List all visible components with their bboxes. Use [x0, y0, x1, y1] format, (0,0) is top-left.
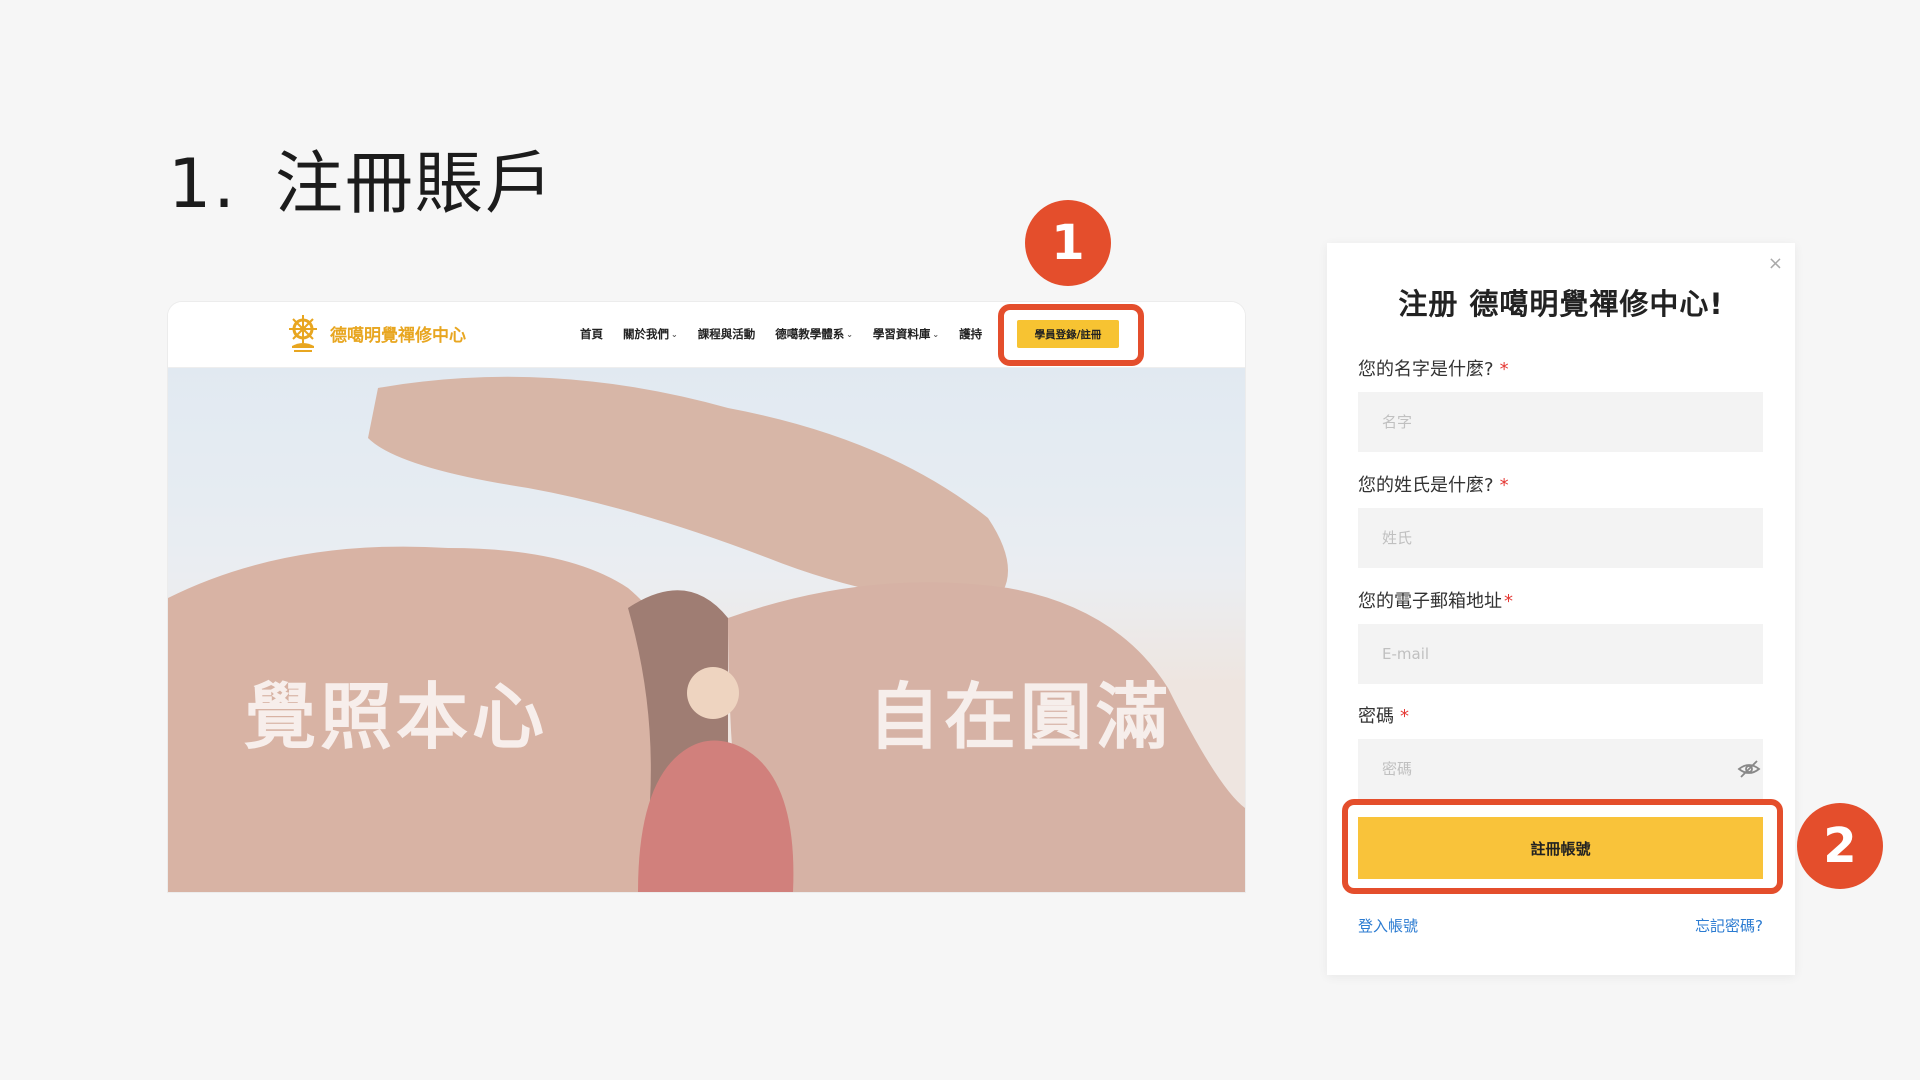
hero-image: 覺照本心 自在圓滿: [168, 368, 1245, 892]
login-link[interactable]: 登入帳號: [1358, 915, 1418, 936]
password-label: 密碼 *: [1358, 706, 1409, 727]
email-label: 您的電子郵箱地址 *: [1358, 591, 1513, 612]
website-screenshot: 德噶明覺禪修中心 首頁 關於我們 ⌄ 課程與活動 德噶教學體系 ⌄ 學習資料庫 ⌄ 護…: [168, 302, 1245, 892]
first-name-input[interactable]: [1358, 392, 1763, 452]
site-logo-text: 德噶明覺禪修中心: [330, 325, 466, 346]
password-input[interactable]: [1358, 739, 1763, 799]
email-input[interactable]: [1358, 624, 1763, 684]
nav-item-courses[interactable]: 課程與活動: [698, 326, 756, 342]
site-nav: 首頁 關於我們 ⌄ 課程與活動 德噶教學體系 ⌄ 學習資料庫 ⌄ 護持: [580, 326, 1002, 342]
nav-item-teachings[interactable]: 德噶教學體系 ⌄: [775, 326, 853, 342]
site-logo[interactable]: 德噶明覺禪修中心: [284, 312, 466, 354]
step-number: 1.: [168, 145, 237, 224]
callout-badge-1: 1: [1025, 200, 1111, 286]
first-name-label: 您的名字是什麼? *: [1358, 359, 1509, 380]
callout-box-1: [998, 304, 1144, 366]
last-name-label: 您的姓氏是什麼? *: [1358, 475, 1509, 496]
close-icon[interactable]: ×: [1768, 253, 1783, 274]
chevron-down-icon: ⌄: [671, 329, 678, 339]
step-title: 注冊賬戶: [274, 145, 555, 224]
chevron-down-icon: ⌄: [932, 329, 940, 339]
hero-text-left: 覺照本心: [244, 675, 549, 759]
password-field: [1327, 739, 1795, 799]
slide-title: 1. 注冊賬戶: [168, 128, 555, 227]
callout-box-2: [1342, 799, 1783, 894]
nav-item-about[interactable]: 關於我們 ⌄: [623, 326, 678, 342]
nav-item-support[interactable]: 護持: [959, 326, 982, 342]
chevron-down-icon: ⌄: [846, 329, 853, 339]
hero-text-right: 自在圓滿: [868, 675, 1173, 759]
eye-slash-icon[interactable]: [1737, 757, 1761, 785]
modal-title: 注册 德噶明覺禪修中心!: [1398, 287, 1724, 321]
nav-item-home[interactable]: 首頁: [580, 326, 603, 342]
nav-item-library[interactable]: 學習資料庫 ⌄: [873, 326, 939, 342]
last-name-input[interactable]: [1358, 508, 1763, 568]
callout-badge-2: 2: [1797, 803, 1883, 889]
dharma-wheel-icon: [284, 312, 322, 354]
forgot-password-link[interactable]: 忘記密碼?: [1695, 915, 1763, 936]
